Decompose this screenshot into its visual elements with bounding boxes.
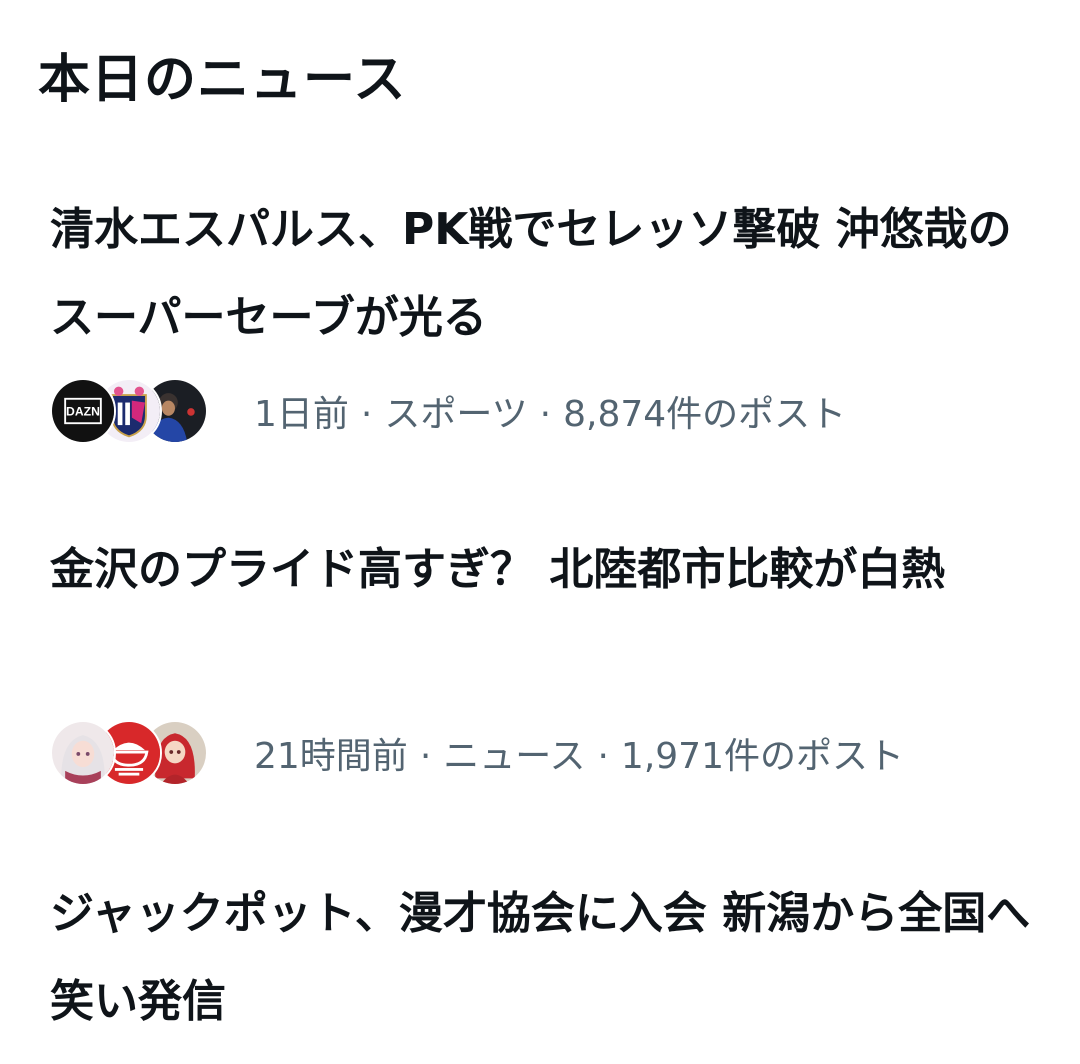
news-meta-text: 21時間前 · ニュース · 1,971件のポスト: [254, 727, 904, 779]
news-category: ニュース: [443, 736, 586, 777]
svg-text:DAZN: DAZN: [66, 405, 100, 419]
news-meta: 21時間前 · ニュース · 1,971件のポスト: [50, 718, 904, 788]
meta-separator: ·: [419, 736, 432, 777]
section-title: 本日のニュース: [38, 50, 407, 110]
news-post-count: 8,874件のポスト: [563, 394, 847, 435]
news-time: 1日前: [254, 394, 349, 435]
meta-separator: ·: [539, 394, 552, 435]
avatar: [50, 720, 116, 786]
news-headline[interactable]: ジャックポット、漫才協会に入会 新潟から全国へ笑い発信: [50, 870, 1040, 1046]
meta-separator: ·: [360, 394, 373, 435]
news-item[interactable]: ジャックポット、漫才協会に入会 新潟から全国へ笑い発信: [0, 870, 1080, 1064]
meta-separator: ·: [597, 736, 609, 777]
news-headline[interactable]: 清水エスパルス、PK戦でセレッソ撃破 沖悠哉のスーパーセーブが光る: [50, 186, 1040, 362]
news-time: 21時間前: [254, 736, 408, 777]
news-meta-text: 1日前 · スポーツ · 8,874件のポスト: [254, 385, 846, 437]
news-headline[interactable]: 金沢のプライド高すぎ？ 北陸都市比較が白熱: [50, 526, 1040, 614]
news-meta: DAZN 1日前 · スポーツ · 8,874件のポスト: [50, 376, 846, 446]
news-category: スポーツ: [384, 394, 528, 435]
avatar-group: DAZN: [50, 376, 226, 446]
dazn-logo-icon: DAZN: [52, 380, 114, 442]
news-post-count: 1,971件のポスト: [620, 736, 904, 777]
avatar-group: [50, 718, 226, 788]
avatar: DAZN: [50, 378, 116, 444]
anime-illustration-icon: [52, 722, 114, 784]
